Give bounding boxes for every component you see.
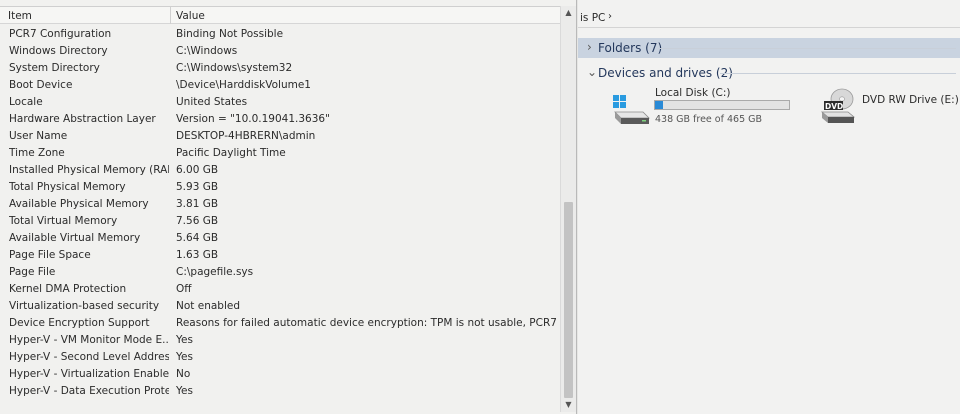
item-label: Device Encryption Support bbox=[9, 317, 150, 329]
list-item[interactable]: Kernel DMA Protection Off bbox=[0, 281, 560, 298]
drive-local-disk-c[interactable]: Local Disk (C:) 438 GB free of 465 GB bbox=[612, 86, 812, 131]
column-header-item[interactable]: Item bbox=[8, 10, 32, 22]
drive-usage-bar bbox=[654, 100, 790, 110]
vertical-scrollbar[interactable]: ▲ ▼ bbox=[560, 6, 576, 412]
system-info-list: PCR7 Configuration Binding Not Possible W… bbox=[0, 26, 560, 400]
list-item[interactable]: Available Virtual Memory 5.64 GB bbox=[0, 230, 560, 247]
this-pc-pane: is PC › › Folders (7) ⌄ Devices and driv… bbox=[578, 0, 960, 414]
item-label: Total Virtual Memory bbox=[9, 215, 118, 227]
item-label: Virtualization-based security bbox=[9, 300, 160, 312]
group-header-folders[interactable]: › Folders (7) bbox=[578, 38, 960, 58]
list-item[interactable]: Virtualization-based security Not enabled bbox=[0, 298, 560, 315]
list-item[interactable]: Hyper-V - Second Level Addres... Yes bbox=[0, 349, 560, 366]
list-item[interactable]: System Directory C:\Windows\system32 bbox=[0, 60, 560, 77]
scroll-up-arrow-icon[interactable]: ▲ bbox=[561, 6, 576, 20]
item-label: Installed Physical Memory (RAM) bbox=[9, 164, 169, 176]
item-label: Hyper-V - Second Level Addres... bbox=[9, 351, 169, 363]
list-item[interactable]: Total Physical Memory 5.93 GB bbox=[0, 179, 560, 196]
item-value: C:\Windows bbox=[176, 45, 238, 57]
list-item[interactable]: Device Encryption Support Reasons for fai… bbox=[0, 315, 560, 332]
list-item[interactable]: Time Zone Pacific Daylight Time bbox=[0, 145, 560, 162]
dvd-badge: DVD bbox=[825, 102, 844, 111]
item-value: Not enabled bbox=[176, 300, 240, 312]
list-item[interactable]: Installed Physical Memory (RAM) 6.00 GB bbox=[0, 162, 560, 179]
item-value: Binding Not Possible bbox=[176, 28, 284, 40]
list-item[interactable]: Hyper-V - Virtualization Enable... No bbox=[0, 366, 560, 383]
item-label: Page File bbox=[9, 266, 56, 278]
list-header: Item Value bbox=[0, 6, 560, 24]
item-value: Yes bbox=[176, 351, 193, 363]
group-title: Devices and drives (2) bbox=[598, 66, 733, 80]
list-item[interactable]: PCR7 Configuration Binding Not Possible bbox=[0, 26, 560, 43]
drive-dvd-e[interactable]: DVD DVD RW Drive (E:) bbox=[820, 86, 960, 131]
drive-name: DVD RW Drive (E:) bbox=[862, 94, 959, 106]
item-value: 1.63 GB bbox=[176, 249, 219, 261]
list-item[interactable]: Total Virtual Memory 7.56 GB bbox=[0, 213, 560, 230]
item-label: Hyper-V - Virtualization Enable... bbox=[9, 368, 169, 380]
item-label: Total Physical Memory bbox=[9, 181, 126, 193]
item-label: Page File Space bbox=[9, 249, 91, 261]
list-item[interactable]: Hardware Abstraction Layer Version = "10.… bbox=[0, 111, 560, 128]
item-label: Hardware Abstraction Layer bbox=[9, 113, 156, 125]
item-value: 5.93 GB bbox=[176, 181, 219, 193]
group-title: Folders (7) bbox=[598, 41, 663, 55]
item-value: 7.56 GB bbox=[176, 215, 219, 227]
item-value: United States bbox=[176, 96, 248, 108]
column-header-value[interactable]: Value bbox=[176, 10, 205, 22]
item-value: DESKTOP-4HBRERN\admin bbox=[176, 130, 316, 142]
list-item[interactable]: Available Physical Memory 3.81 GB bbox=[0, 196, 560, 213]
drive-usage-fill bbox=[655, 101, 663, 109]
scroll-down-arrow-icon[interactable]: ▼ bbox=[561, 398, 576, 412]
item-label: Time Zone bbox=[9, 147, 65, 159]
breadcrumb-this-pc[interactable]: is PC bbox=[580, 12, 605, 24]
item-value: 5.64 GB bbox=[176, 232, 219, 244]
item-value: C:\Windows\system32 bbox=[176, 62, 293, 74]
group-header-devices[interactable]: ⌄ Devices and drives (2) bbox=[578, 63, 960, 83]
item-label: Boot Device bbox=[9, 79, 73, 91]
list-item[interactable]: Windows Directory C:\Windows bbox=[0, 43, 560, 60]
system-info-pane: Item Value PCR7 Configuration Binding Not… bbox=[0, 0, 577, 414]
drive-name: Local Disk (C:) bbox=[655, 87, 731, 99]
item-value: Yes bbox=[176, 385, 193, 397]
list-item[interactable]: User Name DESKTOP-4HBRERN\admin bbox=[0, 128, 560, 145]
item-label: System Directory bbox=[9, 62, 100, 74]
divider bbox=[658, 48, 956, 49]
chevron-down-icon[interactable]: ⌄ bbox=[587, 65, 597, 79]
item-value: No bbox=[176, 368, 191, 380]
hard-drive-windows-icon bbox=[613, 95, 650, 124]
list-item[interactable]: Boot Device \Device\HarddiskVolume1 bbox=[0, 77, 560, 94]
item-label: Kernel DMA Protection bbox=[9, 283, 127, 295]
item-label: Available Physical Memory bbox=[9, 198, 149, 210]
drive-free-space: 438 GB free of 465 GB bbox=[655, 114, 763, 125]
list-item[interactable]: Locale United States bbox=[0, 94, 560, 111]
item-label: Windows Directory bbox=[9, 45, 108, 57]
item-label: User Name bbox=[9, 130, 68, 142]
divider bbox=[720, 73, 956, 74]
address-bar[interactable]: is PC › bbox=[578, 8, 960, 28]
item-value: Version = "10.0.19041.3636" bbox=[176, 113, 330, 125]
item-value: C:\pagefile.sys bbox=[176, 266, 254, 278]
list-item[interactable]: Hyper-V - VM Monitor Mode E... Yes bbox=[0, 332, 560, 349]
column-divider[interactable] bbox=[170, 7, 171, 24]
item-label: Hyper-V - VM Monitor Mode E... bbox=[9, 334, 169, 346]
item-value: \Device\HarddiskVolume1 bbox=[176, 79, 311, 91]
item-value: Yes bbox=[176, 334, 193, 346]
item-value: 3.81 GB bbox=[176, 198, 219, 210]
item-label: Hyper-V - Data Execution Prote... bbox=[9, 385, 169, 397]
item-value: Pacific Daylight Time bbox=[176, 147, 286, 159]
item-label: Available Virtual Memory bbox=[9, 232, 141, 244]
chevron-right-icon[interactable]: › bbox=[587, 40, 592, 54]
list-item[interactable]: Page File Space 1.63 GB bbox=[0, 247, 560, 264]
breadcrumb-chevron-icon[interactable]: › bbox=[608, 11, 612, 22]
list-item[interactable]: Hyper-V - Data Execution Prote... Yes bbox=[0, 383, 560, 400]
item-value: 6.00 GB bbox=[176, 164, 219, 176]
scrollbar-thumb[interactable] bbox=[564, 202, 573, 398]
list-item[interactable]: Page File C:\pagefile.sys bbox=[0, 264, 560, 281]
item-value: Off bbox=[176, 283, 192, 295]
item-label: PCR7 Configuration bbox=[9, 28, 112, 40]
item-label: Locale bbox=[9, 96, 43, 108]
item-value: Reasons for failed automatic device encr… bbox=[176, 317, 556, 329]
